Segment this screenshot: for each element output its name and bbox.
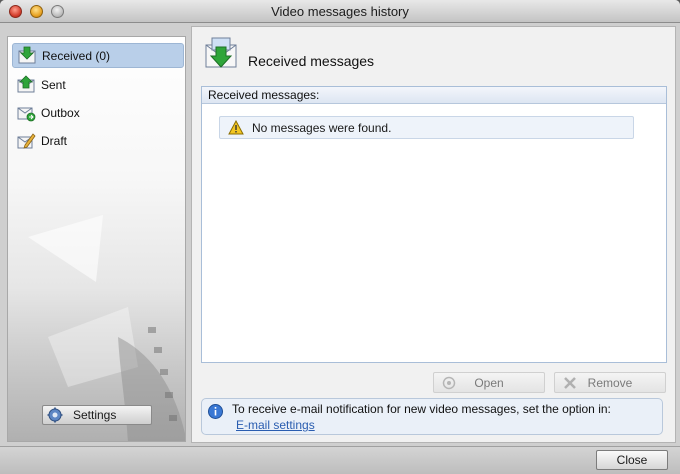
close-button[interactable]: Close xyxy=(596,450,668,470)
sidebar: Received (0) Sent Outbox Draft Settings xyxy=(7,36,186,442)
sidebar-item-draft[interactable]: Draft xyxy=(12,128,184,153)
sidebar-item-label: Outbox xyxy=(41,105,80,120)
bottom-bar: Close xyxy=(0,446,680,474)
sent-upload-icon xyxy=(17,74,35,92)
sidebar-item-label: Sent xyxy=(41,77,66,92)
email-notification-info: To receive e-mail notification for new v… xyxy=(201,398,663,435)
remove-button[interactable]: Remove xyxy=(554,372,666,393)
main-pane: Received messages Received messages: No … xyxy=(191,26,676,443)
email-settings-link[interactable]: E-mail settings xyxy=(236,418,315,432)
list-header: Received messages: xyxy=(202,87,666,104)
empty-notice: No messages were found. xyxy=(219,116,634,139)
sidebar-item-label: Received (0) xyxy=(42,48,111,63)
settings-button[interactable]: Settings xyxy=(42,405,152,425)
outbox-icon xyxy=(17,107,36,121)
video-messages-window: Video messages history Received (0) Sent… xyxy=(0,0,680,474)
open-label: Open xyxy=(474,375,504,390)
settings-label: Settings xyxy=(73,408,117,422)
info-text: To receive e-mail notification for new v… xyxy=(232,402,611,416)
warning-icon xyxy=(228,120,244,135)
film-decoration xyxy=(28,215,185,441)
messages-list[interactable]: Received messages: No messages were foun… xyxy=(201,86,667,363)
sidebar-item-label: Draft xyxy=(41,133,68,148)
gear-icon xyxy=(47,407,63,423)
inbox-download-icon xyxy=(18,46,36,63)
draft-pencil-icon xyxy=(17,132,36,149)
info-icon xyxy=(208,404,223,419)
window-title: Video messages history xyxy=(271,4,409,19)
sidebar-item-sent[interactable]: Sent xyxy=(12,72,184,97)
received-messages-icon xyxy=(205,37,237,68)
title-bar: Video messages history xyxy=(0,0,680,23)
sidebar-item-outbox[interactable]: Outbox xyxy=(12,100,184,125)
open-button[interactable]: Open xyxy=(433,372,545,393)
sidebar-item-received[interactable]: Received (0) xyxy=(12,43,184,68)
remove-label: Remove xyxy=(587,375,633,390)
page-title: Received messages xyxy=(248,53,375,69)
empty-notice-text: No messages were found. xyxy=(252,120,392,135)
